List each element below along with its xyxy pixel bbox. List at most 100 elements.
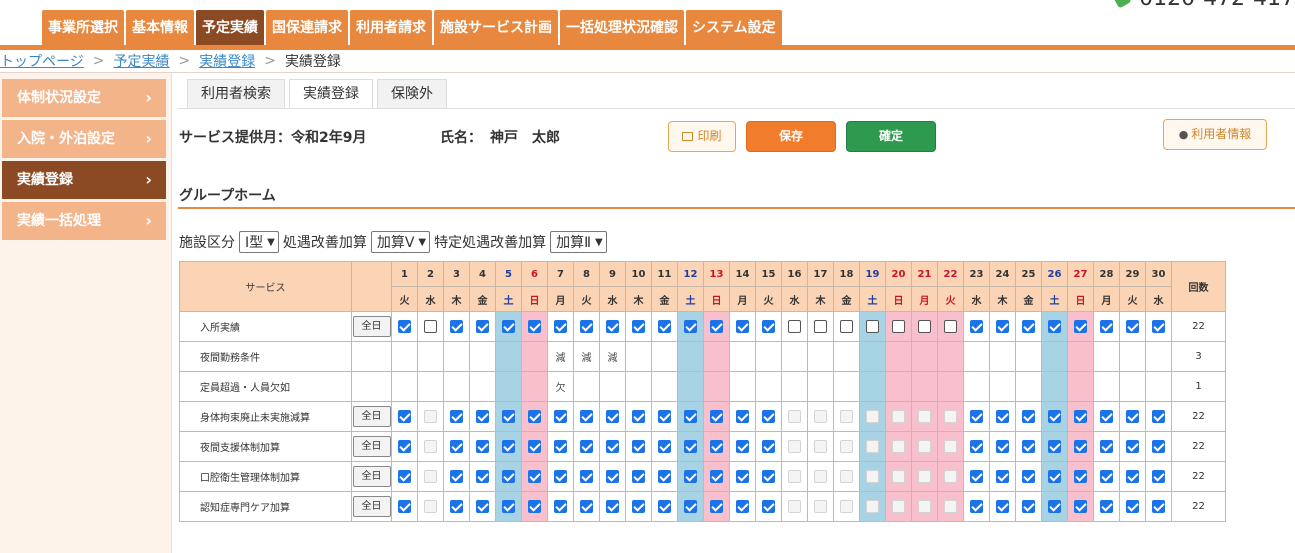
checkbox-checked[interactable] — [580, 500, 593, 513]
checkbox-checked[interactable] — [528, 470, 541, 483]
checkbox-checked[interactable] — [476, 500, 489, 513]
checkbox-checked[interactable] — [502, 500, 515, 513]
checkbox-checked[interactable] — [970, 500, 983, 513]
checkbox-unchecked[interactable] — [918, 320, 931, 333]
print-button[interactable]: 印刷 — [668, 121, 736, 152]
checkbox-checked[interactable] — [450, 500, 463, 513]
checkbox-checked[interactable] — [1126, 410, 1139, 423]
nav-tab[interactable]: 予定実績 — [196, 10, 264, 45]
checkbox-checked[interactable] — [684, 500, 697, 513]
checkbox-checked[interactable] — [970, 320, 983, 333]
checkbox-checked[interactable] — [1074, 320, 1087, 333]
checkbox-checked[interactable] — [1048, 440, 1061, 453]
checkbox-checked[interactable] — [684, 410, 697, 423]
checkbox-checked[interactable] — [476, 320, 489, 333]
checkbox-checked[interactable] — [710, 410, 723, 423]
checkbox-unchecked[interactable] — [866, 320, 879, 333]
checkbox-checked[interactable] — [996, 320, 1009, 333]
checkbox-checked[interactable] — [762, 500, 775, 513]
checkbox-checked[interactable] — [476, 410, 489, 423]
checkbox-checked[interactable] — [580, 470, 593, 483]
checkbox-checked[interactable] — [450, 320, 463, 333]
checkbox-checked[interactable] — [1074, 410, 1087, 423]
nav-tab[interactable]: 一括処理状況確認 — [560, 10, 684, 45]
checkbox-checked[interactable] — [606, 440, 619, 453]
checkbox-checked[interactable] — [1126, 320, 1139, 333]
checkbox-checked[interactable] — [996, 470, 1009, 483]
checkbox-checked[interactable] — [1152, 470, 1165, 483]
checkbox-checked[interactable] — [1074, 470, 1087, 483]
checkbox-checked[interactable] — [1152, 410, 1165, 423]
checkbox-checked[interactable] — [1022, 500, 1035, 513]
checkbox-checked[interactable] — [450, 440, 463, 453]
checkbox-checked[interactable] — [1022, 410, 1035, 423]
checkbox-unchecked[interactable] — [788, 320, 801, 333]
checkbox-checked[interactable] — [710, 500, 723, 513]
checkbox-checked[interactable] — [528, 440, 541, 453]
checkbox-checked[interactable] — [476, 440, 489, 453]
breadcrumb-link[interactable]: 実績登録 — [199, 51, 255, 71]
checkbox-checked[interactable] — [684, 320, 697, 333]
nav-tab[interactable]: 基本情報 — [126, 10, 194, 45]
checkbox-checked[interactable] — [1100, 470, 1113, 483]
treatment-select[interactable]: 加算Ⅴ ▼ — [370, 231, 431, 253]
checkbox-checked[interactable] — [1074, 440, 1087, 453]
checkbox-unchecked[interactable] — [892, 320, 905, 333]
checkbox-checked[interactable] — [1022, 470, 1035, 483]
checkbox-checked[interactable] — [736, 410, 749, 423]
confirm-button[interactable]: 確定 — [846, 121, 936, 152]
sidebar-item[interactable]: 体制状況設定 › — [2, 79, 166, 117]
checkbox-checked[interactable] — [684, 470, 697, 483]
nav-tab[interactable]: 施設サービス計画 — [434, 10, 558, 45]
sidebar-item[interactable]: 入院・外泊設定 › — [2, 120, 166, 158]
checkbox-checked[interactable] — [580, 320, 593, 333]
checkbox-checked[interactable] — [1022, 440, 1035, 453]
checkbox-checked[interactable] — [1048, 320, 1061, 333]
checkbox-checked[interactable] — [658, 440, 671, 453]
checkbox-checked[interactable] — [554, 410, 567, 423]
checkbox-checked[interactable] — [1048, 470, 1061, 483]
checkbox-checked[interactable] — [528, 320, 541, 333]
sub-tab[interactable]: 実績登録 — [289, 79, 373, 108]
checkbox-checked[interactable] — [1048, 410, 1061, 423]
all-day-button[interactable]: 全日 — [352, 496, 391, 517]
checkbox-checked[interactable] — [1100, 410, 1113, 423]
checkbox-checked[interactable] — [1048, 500, 1061, 513]
checkbox-checked[interactable] — [398, 500, 411, 513]
checkbox-unchecked[interactable] — [814, 320, 827, 333]
checkbox-checked[interactable] — [970, 410, 983, 423]
checkbox-checked[interactable] — [996, 500, 1009, 513]
checkbox-checked[interactable] — [528, 410, 541, 423]
nav-tab[interactable]: システム設定 — [686, 10, 782, 45]
checkbox-checked[interactable] — [554, 500, 567, 513]
checkbox-checked[interactable] — [632, 320, 645, 333]
checkbox-checked[interactable] — [606, 500, 619, 513]
checkbox-checked[interactable] — [1152, 500, 1165, 513]
checkbox-checked[interactable] — [736, 500, 749, 513]
sidebar-item[interactable]: 実績一括処理 › — [2, 202, 166, 240]
checkbox-checked[interactable] — [476, 470, 489, 483]
checkbox-checked[interactable] — [502, 470, 515, 483]
checkbox-checked[interactable] — [398, 440, 411, 453]
checkbox-checked[interactable] — [658, 320, 671, 333]
checkbox-checked[interactable] — [606, 320, 619, 333]
checkbox-unchecked[interactable] — [944, 320, 957, 333]
all-day-button[interactable]: 全日 — [352, 316, 391, 337]
checkbox-checked[interactable] — [1022, 320, 1035, 333]
checkbox-checked[interactable] — [632, 440, 645, 453]
checkbox-checked[interactable] — [736, 470, 749, 483]
all-day-button[interactable]: 全日 — [352, 466, 391, 487]
all-day-button[interactable]: 全日 — [352, 436, 391, 457]
checkbox-checked[interactable] — [580, 440, 593, 453]
checkbox-checked[interactable] — [606, 470, 619, 483]
checkbox-checked[interactable] — [632, 500, 645, 513]
checkbox-checked[interactable] — [736, 440, 749, 453]
facility-select[interactable]: Ⅰ型 ▼ — [239, 231, 279, 253]
sub-tab[interactable]: 保険外 — [377, 79, 447, 108]
checkbox-checked[interactable] — [398, 410, 411, 423]
user-info-button[interactable]: ● 利用者情報 — [1163, 119, 1267, 150]
sub-tab[interactable]: 利用者検索 — [187, 79, 285, 108]
checkbox-checked[interactable] — [580, 410, 593, 423]
checkbox-checked[interactable] — [762, 440, 775, 453]
checkbox-checked[interactable] — [736, 320, 749, 333]
